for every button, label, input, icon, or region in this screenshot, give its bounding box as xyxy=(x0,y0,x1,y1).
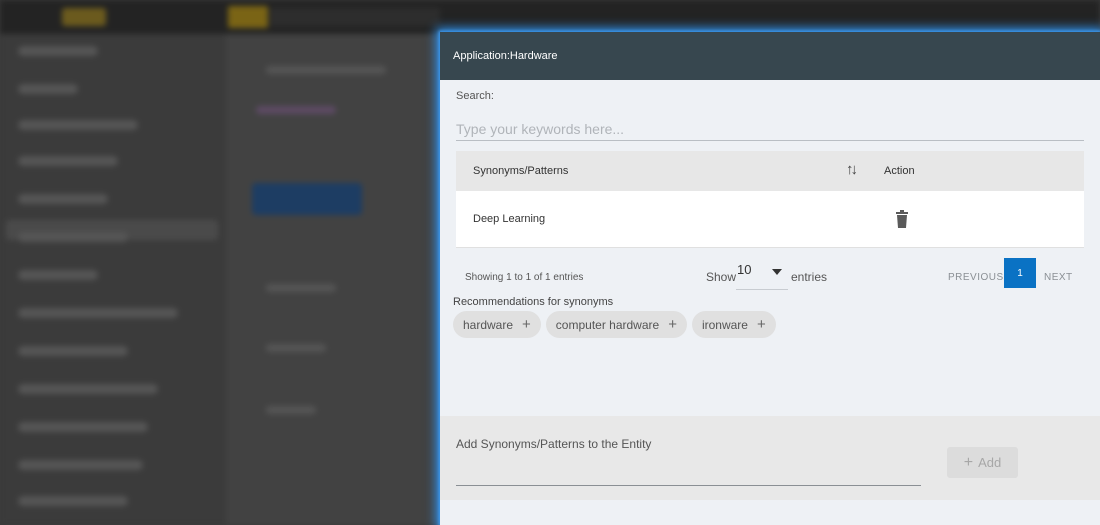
previous-page-button[interactable]: PREVIOUS xyxy=(948,272,1004,283)
recommendation-chips: hardware + computer hardware + ironware … xyxy=(453,311,781,338)
recommendations-title: Recommendations for synonyms xyxy=(453,296,614,308)
page-size-value: 10 xyxy=(737,262,752,277)
background-sidebar-item xyxy=(18,84,78,94)
background-sidebar-item xyxy=(18,346,128,356)
background-tabbar xyxy=(270,8,440,26)
plus-icon: + xyxy=(756,316,766,333)
add-synonym-section: Add Synonyms/Patterns to the Entity + Ad… xyxy=(440,416,1100,500)
background-text xyxy=(266,66,386,74)
caret-down-icon xyxy=(772,269,782,275)
table-row: Deep Learning xyxy=(456,191,1084,248)
synonym-cell: Deep Learning xyxy=(473,213,546,225)
background-sidebar-item xyxy=(18,270,98,280)
background-main xyxy=(226,34,446,525)
plus-icon: + xyxy=(522,316,531,333)
add-button-label: Add xyxy=(978,455,1002,470)
add-synonym-input[interactable] xyxy=(456,460,921,486)
chip-label: hardware xyxy=(463,317,514,332)
add-button[interactable]: + Add xyxy=(947,447,1018,478)
background-button xyxy=(252,183,362,215)
table-footer: Showing 1 to 1 of 1 entries Show 10 entr… xyxy=(456,258,1084,292)
background-text xyxy=(256,106,336,114)
add-synonym-label: Add Synonyms/Patterns to the Entity xyxy=(456,437,652,451)
table-header: Synonyms/Patterns ↑↓ Action xyxy=(456,151,1084,191)
column-header-action: Action xyxy=(884,165,915,177)
background-sidebar-item xyxy=(18,232,128,242)
chip-label: ironware xyxy=(701,317,748,332)
next-page-button[interactable]: NEXT xyxy=(1044,272,1073,283)
synonyms-modal: Application:Hardware Search: Synonyms/Pa… xyxy=(440,32,1100,525)
background-sidebar-item xyxy=(18,156,118,166)
background-sidebar-item xyxy=(18,120,138,130)
search-block: Search: xyxy=(456,90,1084,141)
plus-icon: + xyxy=(963,453,974,471)
show-label: Show xyxy=(706,270,737,284)
background-tab xyxy=(228,6,268,28)
pagination-info: Showing 1 to 1 of 1 entries xyxy=(465,272,584,283)
background-sidebar-item xyxy=(18,460,143,470)
background-sidebar-item xyxy=(18,46,98,56)
synonyms-table: Synonyms/Patterns ↑↓ Action Deep Learnin… xyxy=(456,151,1084,248)
page-size-select[interactable]: 10 xyxy=(736,260,788,290)
background-sidebar-item xyxy=(18,422,148,432)
background-sidebar-item xyxy=(18,194,108,204)
background-topbar xyxy=(0,0,1100,34)
page-1-button[interactable]: 1 xyxy=(1004,258,1036,288)
background-sidebar-item xyxy=(18,308,178,318)
background-logo xyxy=(62,8,106,26)
background-text xyxy=(266,344,326,352)
search-label: Search: xyxy=(456,90,494,102)
background-text xyxy=(266,284,336,292)
modal-title: Application:Hardware xyxy=(453,50,558,62)
recommendation-chip[interactable]: ironware + xyxy=(691,311,776,338)
modal-header: Application:Hardware xyxy=(440,32,1100,80)
recommendation-chip[interactable]: computer hardware + xyxy=(545,311,687,338)
plus-icon: + xyxy=(668,316,677,333)
entries-label: entries xyxy=(791,270,828,284)
background-sidebar-item xyxy=(18,496,128,506)
column-header-synonyms: Synonyms/Patterns xyxy=(473,165,569,177)
search-input[interactable] xyxy=(456,117,1084,141)
chip-label: computer hardware xyxy=(555,317,660,332)
recommendation-chip[interactable]: hardware + xyxy=(453,311,541,338)
trash-icon[interactable] xyxy=(894,210,910,228)
background-text xyxy=(266,406,316,414)
sort-arrows-icon[interactable]: ↑↓ xyxy=(846,161,858,178)
background-sidebar xyxy=(0,34,226,525)
background-sidebar-item xyxy=(18,384,158,394)
